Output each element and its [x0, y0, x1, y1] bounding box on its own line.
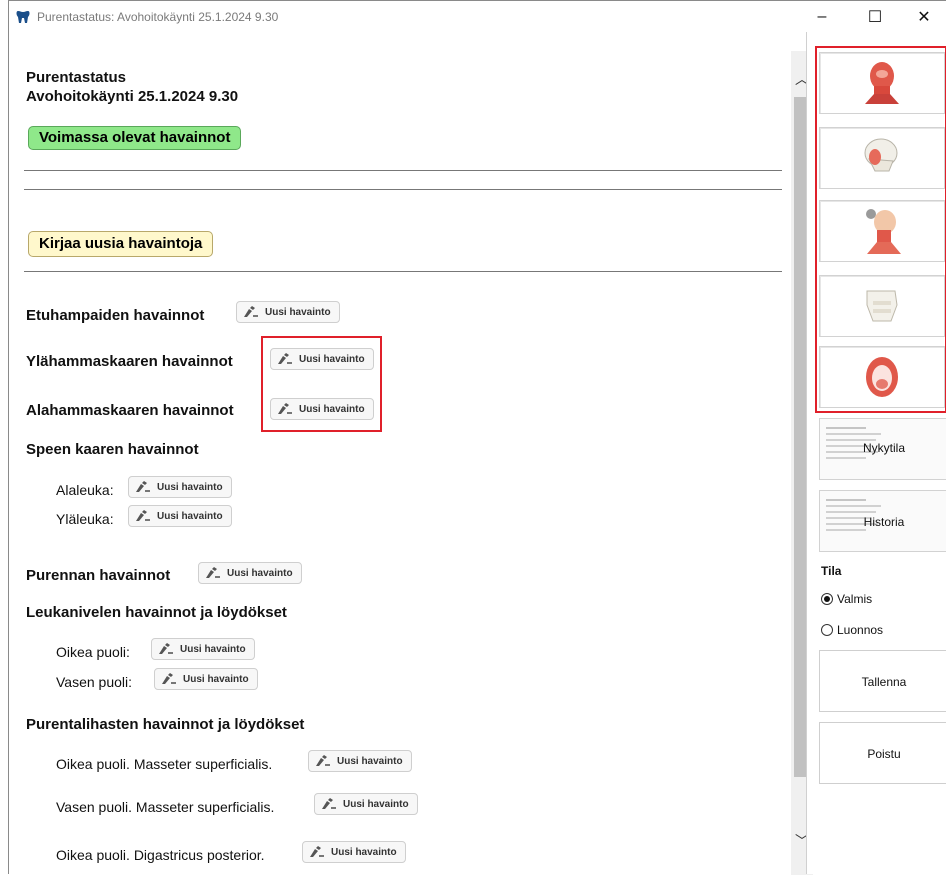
uusi-havainto-button[interactable]: Uusi havainto: [128, 505, 232, 527]
section-purenta: Purennan havainnot: [26, 567, 171, 584]
section-speen: Speen kaaren havainnot: [26, 441, 199, 458]
pen-icon: [310, 846, 324, 857]
uusi-havainto-label: Uusi havainto: [337, 755, 403, 767]
divider: [24, 189, 782, 190]
section-purentalihas: Purentalihasten havainnot ja löydökset: [26, 716, 305, 733]
uusi-havainto-button[interactable]: Uusi havainto: [128, 476, 232, 498]
uusi-havainto-button[interactable]: Uusi havainto: [302, 841, 406, 863]
alaleuka-label: Alaleuka:: [56, 482, 114, 498]
pen-icon: [159, 643, 173, 654]
nykytila-label: Nykytila: [862, 441, 905, 455]
tila-label: Tila: [821, 564, 842, 578]
uusi-havainto-button[interactable]: Uusi havainto: [198, 562, 302, 584]
divider: [24, 170, 782, 171]
radio-valmis-label: Valmis: [837, 592, 873, 606]
uusi-havainto-label: Uusi havainto: [265, 306, 331, 318]
poistu-label: Poistu: [867, 747, 901, 761]
section-etuhampaat: Etuhampaiden havainnot: [26, 307, 205, 324]
historia-button[interactable]: Historia: [819, 490, 946, 552]
ylaleuka-label: Yläleuka:: [56, 511, 114, 527]
pen-icon: [322, 798, 336, 809]
section-ylahammaskaari: Ylähammaskaaren havainnot: [26, 353, 233, 370]
main-content: Purentastatus Avohoitokäynti 25.1.2024 9…: [10, 51, 790, 875]
uusi-havainto-button[interactable]: Uusi havainto: [151, 638, 255, 660]
minimize-button[interactable]: –: [799, 1, 845, 33]
tooth-icon: [16, 11, 30, 23]
pen-icon: [136, 481, 150, 492]
voimassa-button[interactable]: Voimassa olevat havainnot: [28, 126, 242, 150]
muscle-label: Oikea puoli. Masseter superficialis.: [56, 756, 273, 772]
vasen-puoli-label: Vasen puoli:: [56, 674, 133, 690]
uusi-havainto-button[interactable]: Uusi havainto: [314, 793, 418, 815]
divider: [24, 271, 782, 272]
uusi-havainto-label: Uusi havainto: [343, 798, 409, 810]
uusi-havainto-label: Uusi havainto: [331, 846, 397, 858]
page-title: Purentastatus: [26, 69, 127, 86]
poistu-button[interactable]: Poistu: [819, 722, 946, 784]
uusi-havainto-label: Uusi havainto: [157, 510, 223, 522]
section-leukanivel: Leukanivelen havainnot ja löydökset: [26, 604, 287, 621]
oikea-puoli-label: Oikea puoli:: [56, 644, 130, 660]
tallenna-button[interactable]: Tallenna: [819, 650, 946, 712]
radio-luonnos-label: Luonnos: [837, 623, 884, 637]
pen-icon: [206, 567, 220, 578]
close-button[interactable]: ✕: [901, 1, 946, 33]
uusi-havainto-button[interactable]: Uusi havainto: [236, 301, 340, 323]
radio-valmis[interactable]: Valmis: [821, 592, 872, 606]
page-subtitle: Avohoitokäynti 25.1.2024 9.30: [26, 88, 239, 105]
maximize-button[interactable]: ☐: [852, 1, 898, 33]
radio-selected-icon: [821, 593, 833, 605]
uusi-havainto-label: Uusi havainto: [183, 673, 249, 685]
uusi-havainto-button[interactable]: Uusi havainto: [154, 668, 258, 690]
kirjaa-button[interactable]: Kirjaa uusia havaintoja: [28, 231, 214, 257]
uusi-havainto-button[interactable]: Uusi havainto: [308, 750, 412, 772]
right-panel: Nykytila Historia Tila Valmis Luonnos Ta…: [806, 32, 946, 874]
highlight-box: [261, 336, 382, 432]
uusi-havainto-label: Uusi havainto: [180, 643, 246, 655]
muscle-label: Vasen puoli. Masseter superficialis.: [56, 799, 275, 815]
section-alahammaskaari: Alahammaskaaren havainnot: [26, 402, 234, 419]
uusi-havainto-label: Uusi havainto: [227, 567, 293, 579]
historia-label: Historia: [863, 515, 905, 529]
window-title: Purentastatus: Avohoitokäynti 25.1.2024 …: [37, 10, 279, 24]
pen-icon: [136, 510, 150, 521]
pen-icon: [316, 755, 330, 766]
uusi-havainto-label: Uusi havainto: [157, 481, 223, 493]
muscle-label: Oikea puoli. Digastricus posterior.: [56, 847, 265, 863]
highlight-box: [815, 46, 946, 413]
radio-unselected-icon: [821, 624, 833, 636]
pen-icon: [162, 673, 176, 684]
pen-icon: [244, 306, 258, 317]
title-bar: Purentastatus: Avohoitokäynti 25.1.2024 …: [9, 1, 946, 33]
nykytila-button[interactable]: Nykytila: [819, 418, 946, 480]
radio-luonnos[interactable]: Luonnos: [821, 623, 883, 637]
tallenna-label: Tallenna: [861, 675, 907, 689]
